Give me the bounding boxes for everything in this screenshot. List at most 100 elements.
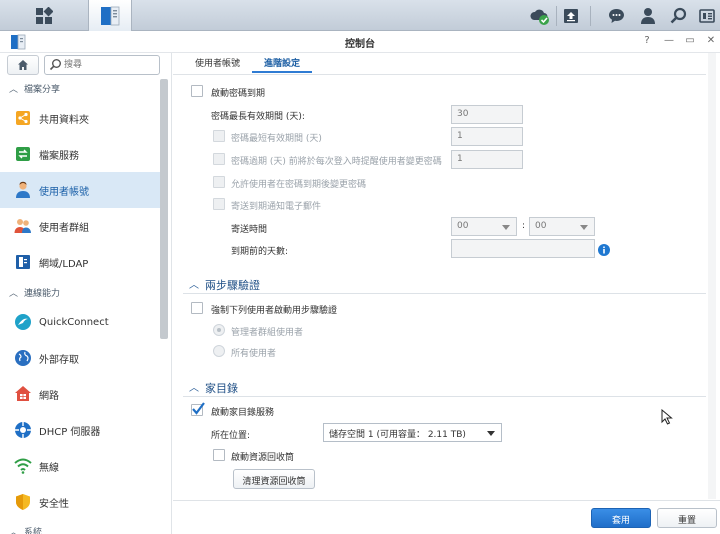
remind-checkbox[interactable] xyxy=(213,153,225,165)
days-before-field[interactable] xyxy=(451,239,595,258)
tab-bar: 使用者帳號 進階設定 xyxy=(183,53,313,73)
tab-advanced-settings[interactable]: 進階設定 xyxy=(252,53,313,73)
enable-password-expiry-checkbox[interactable] xyxy=(191,85,203,97)
min-age-label: 密碼最短有效期間 (天) xyxy=(231,134,322,144)
sidebar-item-label: 外部存取 xyxy=(39,354,79,366)
sidebar-item-security[interactable]: 安全性 xyxy=(0,484,160,520)
control-panel-icon xyxy=(101,6,120,25)
enable-recycle-bin-checkbox[interactable] xyxy=(213,449,225,461)
main-menu-button[interactable] xyxy=(0,0,88,31)
location-label: 所在位置: xyxy=(211,431,251,441)
send-email-checkbox[interactable] xyxy=(213,198,225,210)
max-age-label: 密碼最長有效期間 (天): xyxy=(211,112,305,122)
sidebar-item-file-services[interactable]: 檔案服務 xyxy=(0,136,160,172)
search-icon xyxy=(670,7,686,24)
sidebar-item-label: 安全性 xyxy=(39,498,69,510)
widgets-icon xyxy=(699,8,715,23)
user-group-icon xyxy=(14,217,32,235)
allow-change-label: 允許使用者在密碼到期後變更密碼 xyxy=(231,180,367,190)
two-step-title: 兩步驟驗證 xyxy=(205,279,260,292)
category-connectivity[interactable]: ︿ 連線能力 xyxy=(0,286,160,302)
main-menu-icon xyxy=(36,6,53,24)
max-age-field[interactable]: 30 xyxy=(451,105,523,124)
sidebar-item-label: 網域/LDAP xyxy=(39,258,89,270)
user-button[interactable] xyxy=(636,0,660,31)
allow-change-checkbox[interactable] xyxy=(213,176,225,188)
chevron-up-icon: ︿ xyxy=(189,383,199,394)
footer-divider xyxy=(173,500,720,501)
time-separator: : xyxy=(522,221,526,231)
sidebar-scrollbar[interactable] xyxy=(160,79,168,339)
hour-select[interactable]: 00 xyxy=(451,217,517,236)
main-panel: 使用者帳號 進階設定 啟動密碼到期 密碼最長有效期間 (天): 30 密碼最短有… xyxy=(173,53,720,534)
enforce-two-step-checkbox[interactable] xyxy=(191,302,203,314)
sidebar-item-user-account[interactable]: 使用者帳號 xyxy=(0,172,160,208)
min-age-field[interactable]: 1 xyxy=(451,127,523,146)
all-users-radio[interactable] xyxy=(213,345,225,357)
search-button[interactable] xyxy=(666,0,690,31)
min-age-checkbox[interactable] xyxy=(213,130,225,142)
section-divider xyxy=(183,396,706,397)
main-scrollbar[interactable] xyxy=(708,53,716,499)
category-label: 系統 xyxy=(24,528,43,534)
sidebar-item-dhcp-server[interactable]: DHCP 伺服器 xyxy=(0,412,160,448)
category-system[interactable]: ︿ 系統 xyxy=(0,525,160,534)
admin-group-label: 管理者群組使用者 xyxy=(231,328,304,338)
ldap-icon xyxy=(14,253,32,271)
chat-icon xyxy=(608,8,624,23)
cloud-sync-icon xyxy=(530,9,549,25)
external-access-icon xyxy=(14,349,32,367)
all-users-label: 所有使用者 xyxy=(231,349,277,359)
taskbar-control-panel-button[interactable] xyxy=(88,0,132,31)
remind-days-field[interactable]: 1 xyxy=(451,150,523,169)
admin-group-radio[interactable] xyxy=(213,324,225,336)
sidebar-search-input[interactable] xyxy=(64,58,156,72)
help-button[interactable]: ? xyxy=(640,34,654,48)
enforce-two-step-label: 強制下列使用者啟動用步驟驗證 xyxy=(211,306,338,316)
category-file-sharing[interactable]: ︿ 檔案分享 xyxy=(0,82,160,98)
sidebar-search[interactable] xyxy=(44,55,160,75)
widgets-button[interactable] xyxy=(696,0,718,31)
sidebar-item-label: 使用者帳號 xyxy=(39,186,89,198)
enable-home-service-checkbox[interactable] xyxy=(191,402,205,416)
sidebar-item-quickconnect[interactable]: QuickConnect xyxy=(0,304,160,340)
empty-recycle-bin-button[interactable]: 清理資源回收筒 xyxy=(233,469,315,489)
chevron-up-icon: ︿ xyxy=(9,85,19,95)
home-title: 家目錄 xyxy=(205,382,238,395)
maximize-button[interactable]: ▭ xyxy=(683,34,697,48)
category-label: 連線能力 xyxy=(24,289,61,299)
home-button[interactable] xyxy=(7,55,39,75)
minimize-button[interactable]: — xyxy=(662,34,676,48)
chevron-up-icon: ︿ xyxy=(9,528,19,534)
days-before-label: 到期前的天數: xyxy=(231,247,289,257)
info-icon[interactable] xyxy=(598,244,610,256)
apply-button[interactable]: 套用 xyxy=(591,508,651,528)
sidebar-item-label: 無線 xyxy=(39,462,59,474)
hour-value: 00 xyxy=(457,221,469,231)
enable-home-service-label: 啟動家目錄服務 xyxy=(211,408,275,418)
network-icon xyxy=(14,385,32,403)
upload-button[interactable] xyxy=(558,0,584,31)
reset-button[interactable]: 重置 xyxy=(657,508,717,528)
upload-icon xyxy=(564,8,578,23)
sidebar-item-label: QuickConnect xyxy=(39,316,109,328)
category-label: 檔案分享 xyxy=(24,85,61,95)
location-select[interactable]: 儲存空間 1 (可用容量： 2.11 TB) xyxy=(323,423,502,442)
chevron-down-icon xyxy=(502,225,510,230)
cloud-sync-button[interactable] xyxy=(526,0,554,31)
minute-value: 00 xyxy=(535,221,547,231)
minute-select[interactable]: 00 xyxy=(529,217,595,236)
close-button[interactable]: ✕ xyxy=(704,34,718,48)
sidebar-item-shared-folder[interactable]: 共用資料夾 xyxy=(0,100,160,136)
chevron-down-icon xyxy=(580,225,588,230)
chevron-up-icon: ︿ xyxy=(189,280,199,291)
sidebar-item-wireless[interactable]: 無線 xyxy=(0,448,160,484)
tab-user-account[interactable]: 使用者帳號 xyxy=(183,53,252,73)
sidebar-item-user-group[interactable]: 使用者群組 xyxy=(0,208,160,244)
chat-button[interactable] xyxy=(604,0,628,31)
send-email-label: 寄送到期通知電子郵件 xyxy=(231,202,322,212)
sidebar-item-domain-ldap[interactable]: 網域/LDAP xyxy=(0,244,160,280)
sidebar-item-external-access[interactable]: 外部存取 xyxy=(0,340,160,376)
sidebar-item-network[interactable]: 網路 xyxy=(0,376,160,412)
chevron-up-icon: ︿ xyxy=(9,289,19,299)
